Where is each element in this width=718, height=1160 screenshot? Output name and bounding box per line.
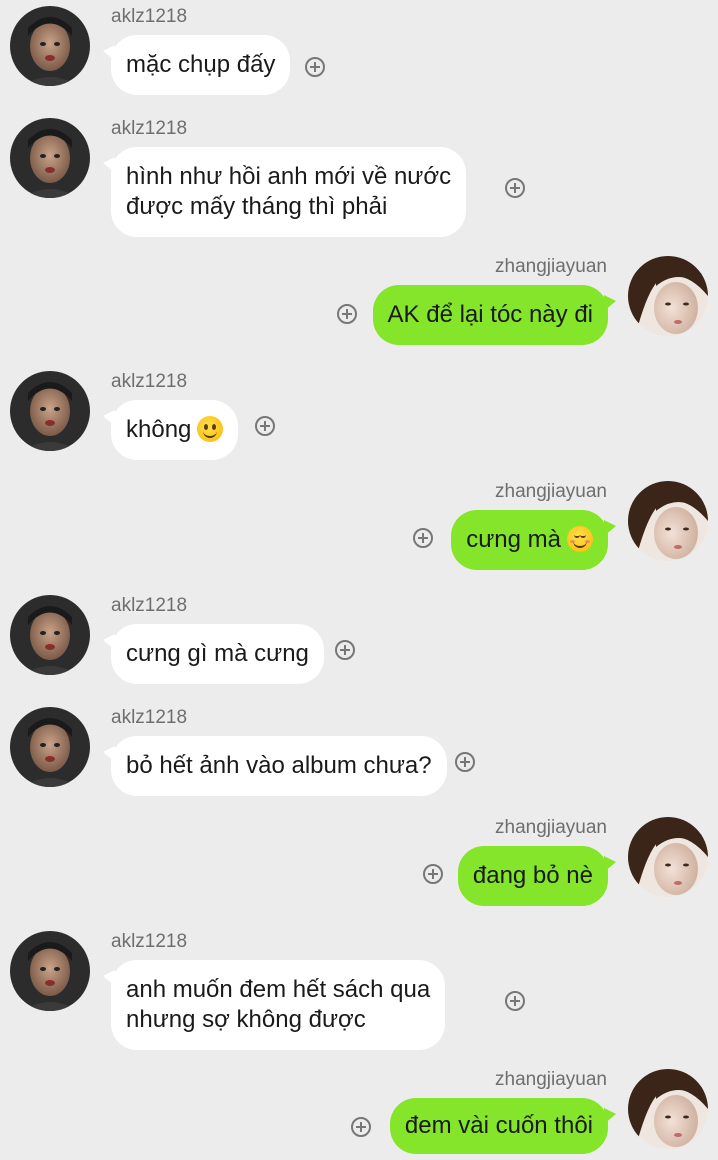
add-reaction-icon[interactable]: [455, 752, 475, 772]
avatar-zhangjiayuan[interactable]: [628, 817, 708, 897]
message-text: bỏ hết ảnh vào album chưa?: [126, 752, 432, 779]
avatar-aklz1218[interactable]: [10, 595, 90, 675]
blush-smile-emoji-icon: [567, 526, 593, 552]
sender-name: aklz1218: [111, 118, 188, 139]
sender-name: aklz1218: [111, 595, 188, 616]
message-text-line: hình như hồi anh mới về nước: [126, 163, 452, 190]
add-reaction-icon[interactable]: [255, 416, 275, 436]
add-reaction-icon[interactable]: [335, 640, 355, 660]
message-text-line: nhưng sợ không được: [126, 1006, 366, 1033]
add-reaction-icon[interactable]: [351, 1117, 371, 1137]
message-bubble[interactable]: đang bỏ nè: [457, 846, 617, 906]
avatar-zhangjiayuan[interactable]: [628, 481, 708, 561]
sender-name: zhangjiayuan: [495, 256, 607, 277]
avatar-zhangjiayuan[interactable]: [628, 1069, 708, 1149]
message-text: đang bỏ nè: [472, 862, 593, 889]
message-text: mặc chụp đấy: [126, 51, 276, 78]
message-bubble[interactable]: cưng mà: [451, 510, 616, 570]
avatar-aklz1218[interactable]: [10, 707, 90, 787]
sender-name: aklz1218: [111, 371, 188, 392]
add-reaction-icon[interactable]: [413, 528, 433, 548]
sender-name: zhangjiayuan: [495, 817, 607, 838]
sender-name: zhangjiayuan: [495, 481, 607, 502]
message-bubble[interactable]: anh muốn đem hết sách qua nhưng sợ không…: [102, 960, 446, 1050]
slight-smile-emoji-icon: [197, 416, 224, 442]
add-reaction-icon[interactable]: [337, 304, 357, 324]
message-bubble[interactable]: hình như hồi anh mới về nước được mấy th…: [102, 147, 467, 237]
add-reaction-icon[interactable]: [505, 178, 525, 198]
message-text: cưng gì mà cưng: [126, 640, 309, 667]
message-text-line: anh muốn đem hết sách qua: [126, 976, 431, 1003]
add-reaction-icon[interactable]: [505, 991, 525, 1011]
message-text: AK để lại tóc này đi: [387, 301, 593, 328]
message-text: đem vài cuốn thôi: [404, 1112, 593, 1139]
add-reaction-icon[interactable]: [423, 864, 443, 884]
avatar-aklz1218[interactable]: [10, 6, 90, 86]
avatar-aklz1218[interactable]: [10, 931, 90, 1011]
message-bubble[interactable]: không: [102, 400, 239, 460]
avatar-aklz1218[interactable]: [10, 118, 90, 198]
sender-name: aklz1218: [111, 6, 188, 27]
add-reaction-icon[interactable]: [305, 57, 325, 77]
message-bubble[interactable]: AK để lại tóc này đi: [372, 285, 617, 345]
sender-name: zhangjiayuan: [495, 1069, 607, 1090]
message-text: không: [126, 416, 192, 443]
message-bubble[interactable]: bỏ hết ảnh vào album chưa?: [103, 736, 447, 796]
message-bubble[interactable]: mặc chụp đấy: [102, 35, 291, 95]
message-text: cưng mà: [466, 526, 561, 553]
sender-name: aklz1218: [111, 707, 188, 728]
avatar-aklz1218[interactable]: [10, 371, 90, 451]
message-bubble[interactable]: đem vài cuốn thôi: [389, 1098, 617, 1154]
message-text-line: được mấy tháng thì phải: [126, 193, 388, 220]
message-bubble[interactable]: cưng gì mà cưng: [103, 624, 324, 684]
avatar-zhangjiayuan[interactable]: [628, 256, 708, 336]
sender-name: aklz1218: [111, 931, 188, 952]
